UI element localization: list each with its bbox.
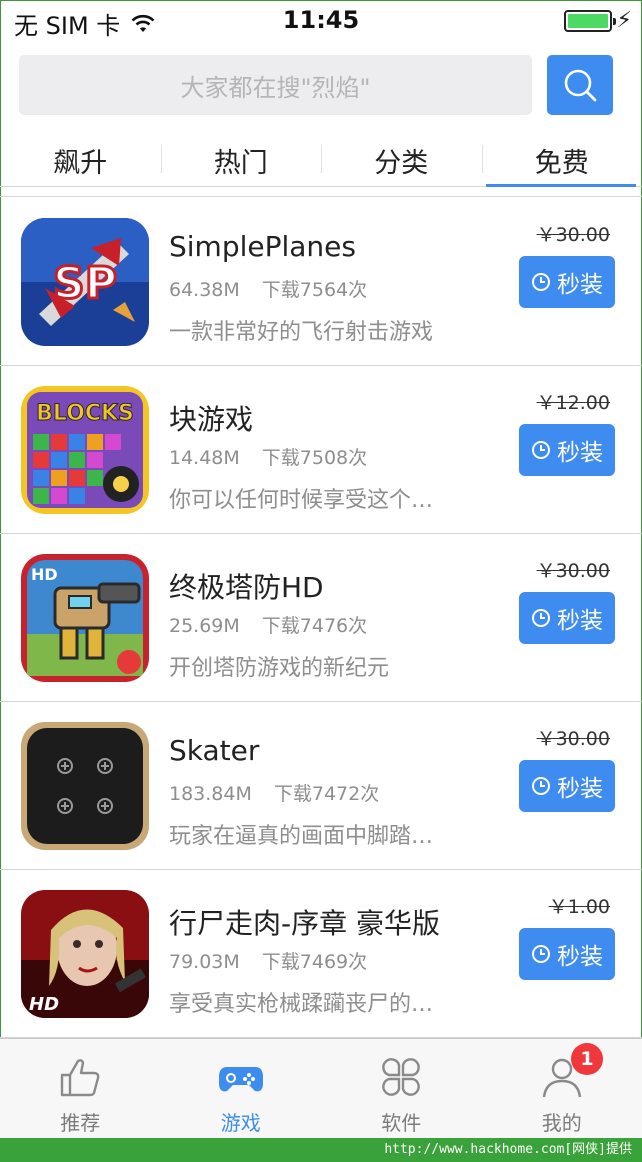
tabbar-item-games[interactable]: 游戏 bbox=[161, 1039, 322, 1138]
app-description: 一款非常好的飞行射击游戏 bbox=[169, 320, 434, 345]
app-size: 64.38M bbox=[169, 279, 240, 301]
hd-label-text: HD bbox=[31, 565, 58, 584]
install-label: 秒装 bbox=[557, 944, 603, 970]
install-button[interactable]: 秒装 bbox=[519, 256, 615, 308]
install-button[interactable]: 秒装 bbox=[519, 592, 615, 644]
app-description: 玩家在逼真的画面中脚踏… bbox=[169, 824, 434, 849]
app-downloads: 下载7472次 bbox=[273, 783, 380, 805]
app-meta: 14.48M 下载7508次 bbox=[169, 443, 367, 470]
tab-rising[interactable]: 飙升 bbox=[0, 133, 161, 186]
list-item[interactable]: BLOCKS 块游戏 14.48M 下载7508次 你可以任何时候享受这个… ￥1… bbox=[0, 366, 642, 534]
tabbar-item-recommend[interactable]: 推荐 bbox=[0, 1039, 161, 1138]
clock-icon bbox=[532, 945, 550, 963]
list-item[interactable]: HD 终极塔防HD 25.69M 下载7476次 开创塔防游戏的新纪元 ￥30.0… bbox=[0, 534, 642, 702]
clock-icon bbox=[532, 777, 550, 795]
tabbar-label: 我的 bbox=[541, 1111, 582, 1135]
app-name: 行尸走肉-序章 豪华版 bbox=[169, 907, 441, 940]
original-price: ￥12.00 bbox=[536, 392, 610, 414]
app-downloads: 下载7476次 bbox=[261, 615, 368, 637]
tabbar-label: 推荐 bbox=[60, 1111, 101, 1135]
install-button[interactable]: 秒装 bbox=[519, 760, 615, 812]
list-item[interactable]: SP SimplePlanes 64.38M 下载7564次 一款非常好的飞行射击… bbox=[0, 198, 642, 366]
battery-icon bbox=[564, 10, 616, 32]
install-label: 秒装 bbox=[557, 440, 603, 466]
list-item[interactable]: HD 行尸走肉-序章 豪华版 79.03M 下载7469次 享受真实枪械蹂躏丧尸的… bbox=[0, 870, 642, 1038]
tab-free[interactable]: 免费 bbox=[481, 133, 642, 187]
app-name: SimplePlanes bbox=[169, 230, 356, 263]
install-button[interactable]: 秒装 bbox=[519, 928, 615, 980]
app-meta: 79.03M 下载7469次 bbox=[169, 947, 367, 974]
app-downloads: 下载7469次 bbox=[261, 951, 368, 973]
install-label: 秒装 bbox=[557, 608, 603, 634]
app-meta: 25.69M 下载7476次 bbox=[169, 611, 367, 638]
original-price: ￥1.00 bbox=[548, 896, 610, 918]
clock-icon bbox=[532, 441, 550, 459]
search-icon bbox=[564, 69, 597, 102]
app-meta: 64.38M 下载7564次 bbox=[169, 275, 367, 302]
install-label: 秒装 bbox=[557, 272, 603, 298]
apps-grid-icon bbox=[382, 1058, 421, 1096]
bottom-tab-bar: 推荐 游戏 软件 我的 bbox=[0, 1038, 642, 1138]
notification-badge: 1 bbox=[571, 1043, 603, 1075]
simpleplanes-icon[interactable]: SP bbox=[21, 218, 149, 346]
app-downloads: 下载7564次 bbox=[261, 279, 368, 301]
original-price: ￥30.00 bbox=[536, 224, 610, 246]
install-button[interactable]: 秒装 bbox=[519, 424, 615, 476]
tower-defense-icon[interactable]: HD bbox=[21, 554, 149, 682]
original-price: ￥30.00 bbox=[536, 728, 610, 750]
battery-level bbox=[568, 14, 608, 28]
app-description: 开创塔防游戏的新纪元 bbox=[169, 656, 390, 681]
app-size: 14.48M bbox=[169, 447, 240, 469]
app-name: Skater bbox=[169, 734, 260, 767]
tabbar-item-software[interactable]: 软件 bbox=[321, 1039, 482, 1138]
app-list: SP SimplePlanes 64.38M 下载7564次 一款非常好的飞行射击… bbox=[0, 198, 642, 1038]
app-name: 终极塔防HD bbox=[169, 571, 324, 604]
clock-icon bbox=[532, 273, 550, 291]
app-meta: 183.84M 下载7472次 bbox=[169, 779, 379, 806]
watermark-bar: http://www.hackhome.com[网侠]提供 bbox=[0, 1138, 642, 1162]
app-size: 25.69M bbox=[169, 615, 240, 637]
sp-logo-text: SP bbox=[53, 258, 117, 309]
app-downloads: 下载7508次 bbox=[261, 447, 368, 469]
search-input[interactable]: 大家都在搜"烈焰" bbox=[19, 55, 532, 115]
clock-icon bbox=[532, 609, 550, 627]
blocks-logo-text: BLOCKS bbox=[36, 401, 134, 426]
original-price: ￥30.00 bbox=[536, 560, 610, 582]
charging-icon: ⚡ bbox=[616, 8, 632, 33]
app-description: 享受真实枪械蹂躏丧尸的… bbox=[169, 992, 434, 1017]
app-name: 块游戏 bbox=[169, 403, 254, 436]
app-description: 你可以任何时候享受这个… bbox=[169, 488, 434, 513]
install-label: 秒装 bbox=[557, 776, 603, 802]
tabbar-item-mine[interactable]: 我的 bbox=[482, 1039, 642, 1138]
category-tabs: 飙升 热门 分类 免费 bbox=[0, 133, 642, 187]
divider bbox=[0, 196, 642, 197]
search-button[interactable] bbox=[547, 55, 613, 115]
app-size: 79.03M bbox=[169, 951, 240, 973]
tabbar-label: 游戏 bbox=[220, 1111, 261, 1135]
skater-icon[interactable] bbox=[21, 722, 149, 850]
gamepad-icon bbox=[218, 1067, 263, 1092]
status-bar: 无 SIM 卡 11:45 ⚡ bbox=[0, 0, 642, 42]
tab-hot[interactable]: 热门 bbox=[160, 133, 322, 186]
tab-category[interactable]: 分类 bbox=[321, 133, 482, 186]
walking-dead-icon[interactable]: HD bbox=[21, 890, 149, 1018]
tabbar-label: 软件 bbox=[381, 1111, 422, 1135]
clock: 11:45 bbox=[282, 6, 360, 34]
hd-label-text: HD bbox=[29, 994, 59, 1015]
app-size: 183.84M bbox=[169, 783, 252, 805]
thumbs-up-icon bbox=[61, 1059, 100, 1097]
blocks-icon[interactable]: BLOCKS bbox=[21, 386, 149, 514]
list-item[interactable]: Skater 183.84M 下载7472次 玩家在逼真的画面中脚踏… ￥30.0… bbox=[0, 702, 642, 870]
